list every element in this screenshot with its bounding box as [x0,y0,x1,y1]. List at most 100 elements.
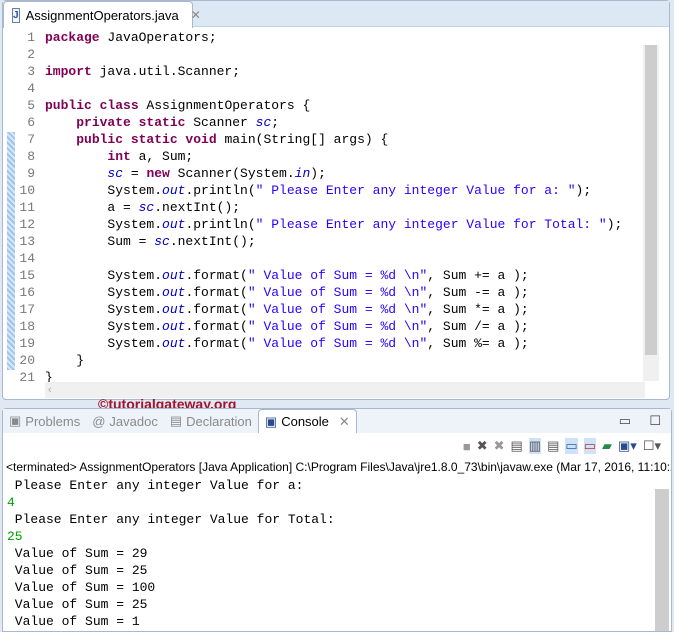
console-line: Please Enter any integer Value for a: [7,478,304,493]
console-line: Please Enter any integer Value for Total… [7,512,335,527]
tab-declaration[interactable]: ▤ Declaration [164,409,258,433]
line-number: 9 [27,166,35,181]
code-line: System.out.format(" Value of Sum = %d \n… [45,318,528,335]
code-token: import [45,64,92,79]
code-line: sc = new Scanner(System.in); [45,165,326,182]
declaration-icon: ▤ [169,413,183,428]
code-token: .nextInt(); [154,200,241,215]
code-token: System. [45,319,163,334]
terminate-icon[interactable]: ■ [463,439,471,454]
scroll-lock-icon[interactable]: ▥ [528,438,542,454]
console-line: Value of Sum = 29 [7,546,148,561]
line-number: 5 [27,98,35,113]
console-line: Value of Sum = 1 [7,614,140,629]
code-token: " Value of Sum = %d \n" [247,302,428,317]
code-line: package JavaOperators; [45,29,217,46]
line-number: 12 [19,217,35,232]
console-line: Value of Sum = 25 [7,597,148,612]
line-number: 6 [27,115,35,130]
code-token: } [45,353,85,368]
line-number: 15 [19,268,35,283]
code-token: ); [575,183,592,198]
code-token: .format( [185,319,248,334]
code-line: public class AssignmentOperators { [45,97,310,114]
line-number: 20 [19,353,35,368]
tab-javadoc[interactable]: @ Javadoc [86,409,164,433]
minimize-icon[interactable]: ▭ [619,413,631,429]
code-token: " Value of Sum = %d \n" [247,319,428,334]
maximize-icon[interactable]: ☐ [649,413,661,429]
line-number: 7 [27,132,35,147]
code-token: .println( [185,183,256,198]
display-console-icon[interactable]: ▣▾ [618,438,637,454]
line-number: 4 [27,81,35,96]
code-token: Scanner [185,115,256,130]
vertical-scrollbar[interactable] [643,45,659,381]
code-token: System. [45,285,163,300]
code-token: " Please Enter any integer Value for Tot… [255,217,607,232]
console-scrollbar[interactable] [655,489,669,631]
code-area[interactable]: 1 package JavaOperators; 2 3 import java.uti… [3,29,643,385]
code-token: System. [45,302,163,317]
code-token: .format( [185,268,248,283]
line-number: 2 [27,47,35,62]
code-token: new [146,166,170,181]
problems-icon: ▣ [9,413,22,428]
code-line: Sum = sc.nextInt(); [45,233,255,250]
line-number: 16 [19,285,35,300]
code-token: java.util.Scanner; [91,64,241,79]
java-file-icon: J [12,7,20,23]
line-number: 21 [19,370,35,385]
code-line: System.out.println(" Please Enter any in… [45,182,591,199]
code-token: sc [255,115,272,130]
editor-tab[interactable]: J AssignmentOperators.java ✕ [3,1,201,28]
code-line: System.out.format(" Value of Sum = %d \n… [45,267,528,284]
line-number: 3 [27,64,35,79]
code-token: a = [45,200,139,215]
close-icon[interactable]: ✕ [191,8,201,22]
code-token: int [107,149,131,164]
console-output[interactable]: Please Enter any integer Value for a: 4 P… [3,477,653,630]
code-token: in [294,166,311,181]
code-token: out [162,336,186,351]
console-toolbar: ■ ✖ ✖ ▤ ▥ ▤ ▭ ▭ ▰ ▣▾ ☐▾ [3,433,671,459]
code-line: System.out.format(" Value of Sum = %d \n… [45,301,528,318]
remove-all-icon[interactable]: ✖ [494,438,505,454]
code-token: Sum = [45,234,155,249]
code-line: System.out.println(" Please Enter any in… [45,216,622,233]
line-number: 19 [19,336,35,351]
code-token: out [162,183,186,198]
show-on-stderr-icon[interactable]: ▭ [583,438,596,454]
code-token: " Value of Sum = %d \n" [247,285,428,300]
at-icon: @ [92,413,106,429]
editor-tab-title: AssignmentOperators.java [25,7,179,23]
editor-tab-bar: J AssignmentOperators.java ✕ [3,1,669,28]
word-wrap-icon[interactable]: ▤ [547,438,559,454]
tab-console[interactable]: ▣ Console ✕ [257,409,357,433]
code-token: System. [45,268,163,283]
code-token: ); [606,217,623,232]
code-token: a, Sum; [130,149,194,164]
code-token: = [123,166,147,181]
show-on-stdout-icon[interactable]: ▭ [565,438,578,454]
code-line: } [45,352,84,369]
tab-problems[interactable]: ▣ Problems [3,409,86,433]
code-line: import java.util.Scanner; [45,63,240,80]
console-line: 25 [7,529,23,544]
code-token: " Value of Sum = %d \n" [247,336,428,351]
code-token: public static void [76,132,217,147]
new-console-icon[interactable]: ☐▾ [643,438,661,454]
editor: J AssignmentOperators.java ✕ 1 package Ja… [2,0,670,400]
console-line: 4 [7,495,15,510]
clear-console-icon[interactable]: ▤ [511,438,523,454]
close-icon[interactable]: ✕ [339,414,350,430]
code-token: ); [310,166,326,181]
code-token: .format( [185,285,248,300]
code-token: ; [271,115,280,130]
remove-launch-icon[interactable]: ✖ [477,438,488,454]
pin-console-icon[interactable]: ▰ [602,438,612,454]
line-number: 1 [27,30,35,45]
